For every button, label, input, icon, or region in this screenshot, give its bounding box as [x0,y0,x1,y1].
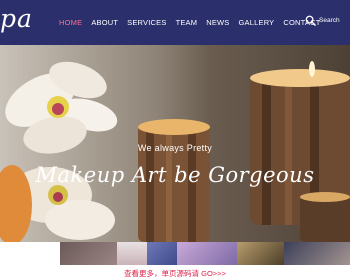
thumbnail-image[interactable] [177,242,237,265]
nav-about[interactable]: ABOUT [91,18,118,27]
search-box [305,15,350,26]
nav-news[interactable]: NEWS [206,18,229,27]
top-navbar: pa HOME ABOUT SERVICES TEAM NEWS GALLERY… [0,0,350,45]
thumbnail-image[interactable] [117,242,147,265]
site-logo[interactable]: pa [0,4,33,33]
search-input[interactable] [319,17,350,24]
search-icon[interactable] [305,15,316,26]
nav-gallery[interactable]: GALLERY [239,18,275,27]
nav-home[interactable]: HOME [59,18,82,27]
thumbnail-image[interactable] [60,242,117,265]
hero-title: Makeup Art be Gorgeous [35,163,315,187]
nav-team[interactable]: TEAM [176,18,198,27]
hero-subtitle: We always Pretty [137,143,213,153]
hero-banner: We always Pretty Makeup Art be Gorgeous [0,45,350,242]
main-nav: HOME ABOUT SERVICES TEAM NEWS GALLERY CO… [59,18,329,27]
footer-bar: 查看更多，单页源码请 GO>>> [0,265,350,280]
more-source-link[interactable]: 查看更多，单页源码请 GO>>> [0,268,350,279]
nav-services[interactable]: SERVICES [127,18,166,27]
thumbnail-image[interactable] [147,242,177,265]
thumbnail-image[interactable] [284,242,350,265]
thumbnail-strip [60,242,350,265]
thumbnail-image[interactable] [237,242,284,265]
